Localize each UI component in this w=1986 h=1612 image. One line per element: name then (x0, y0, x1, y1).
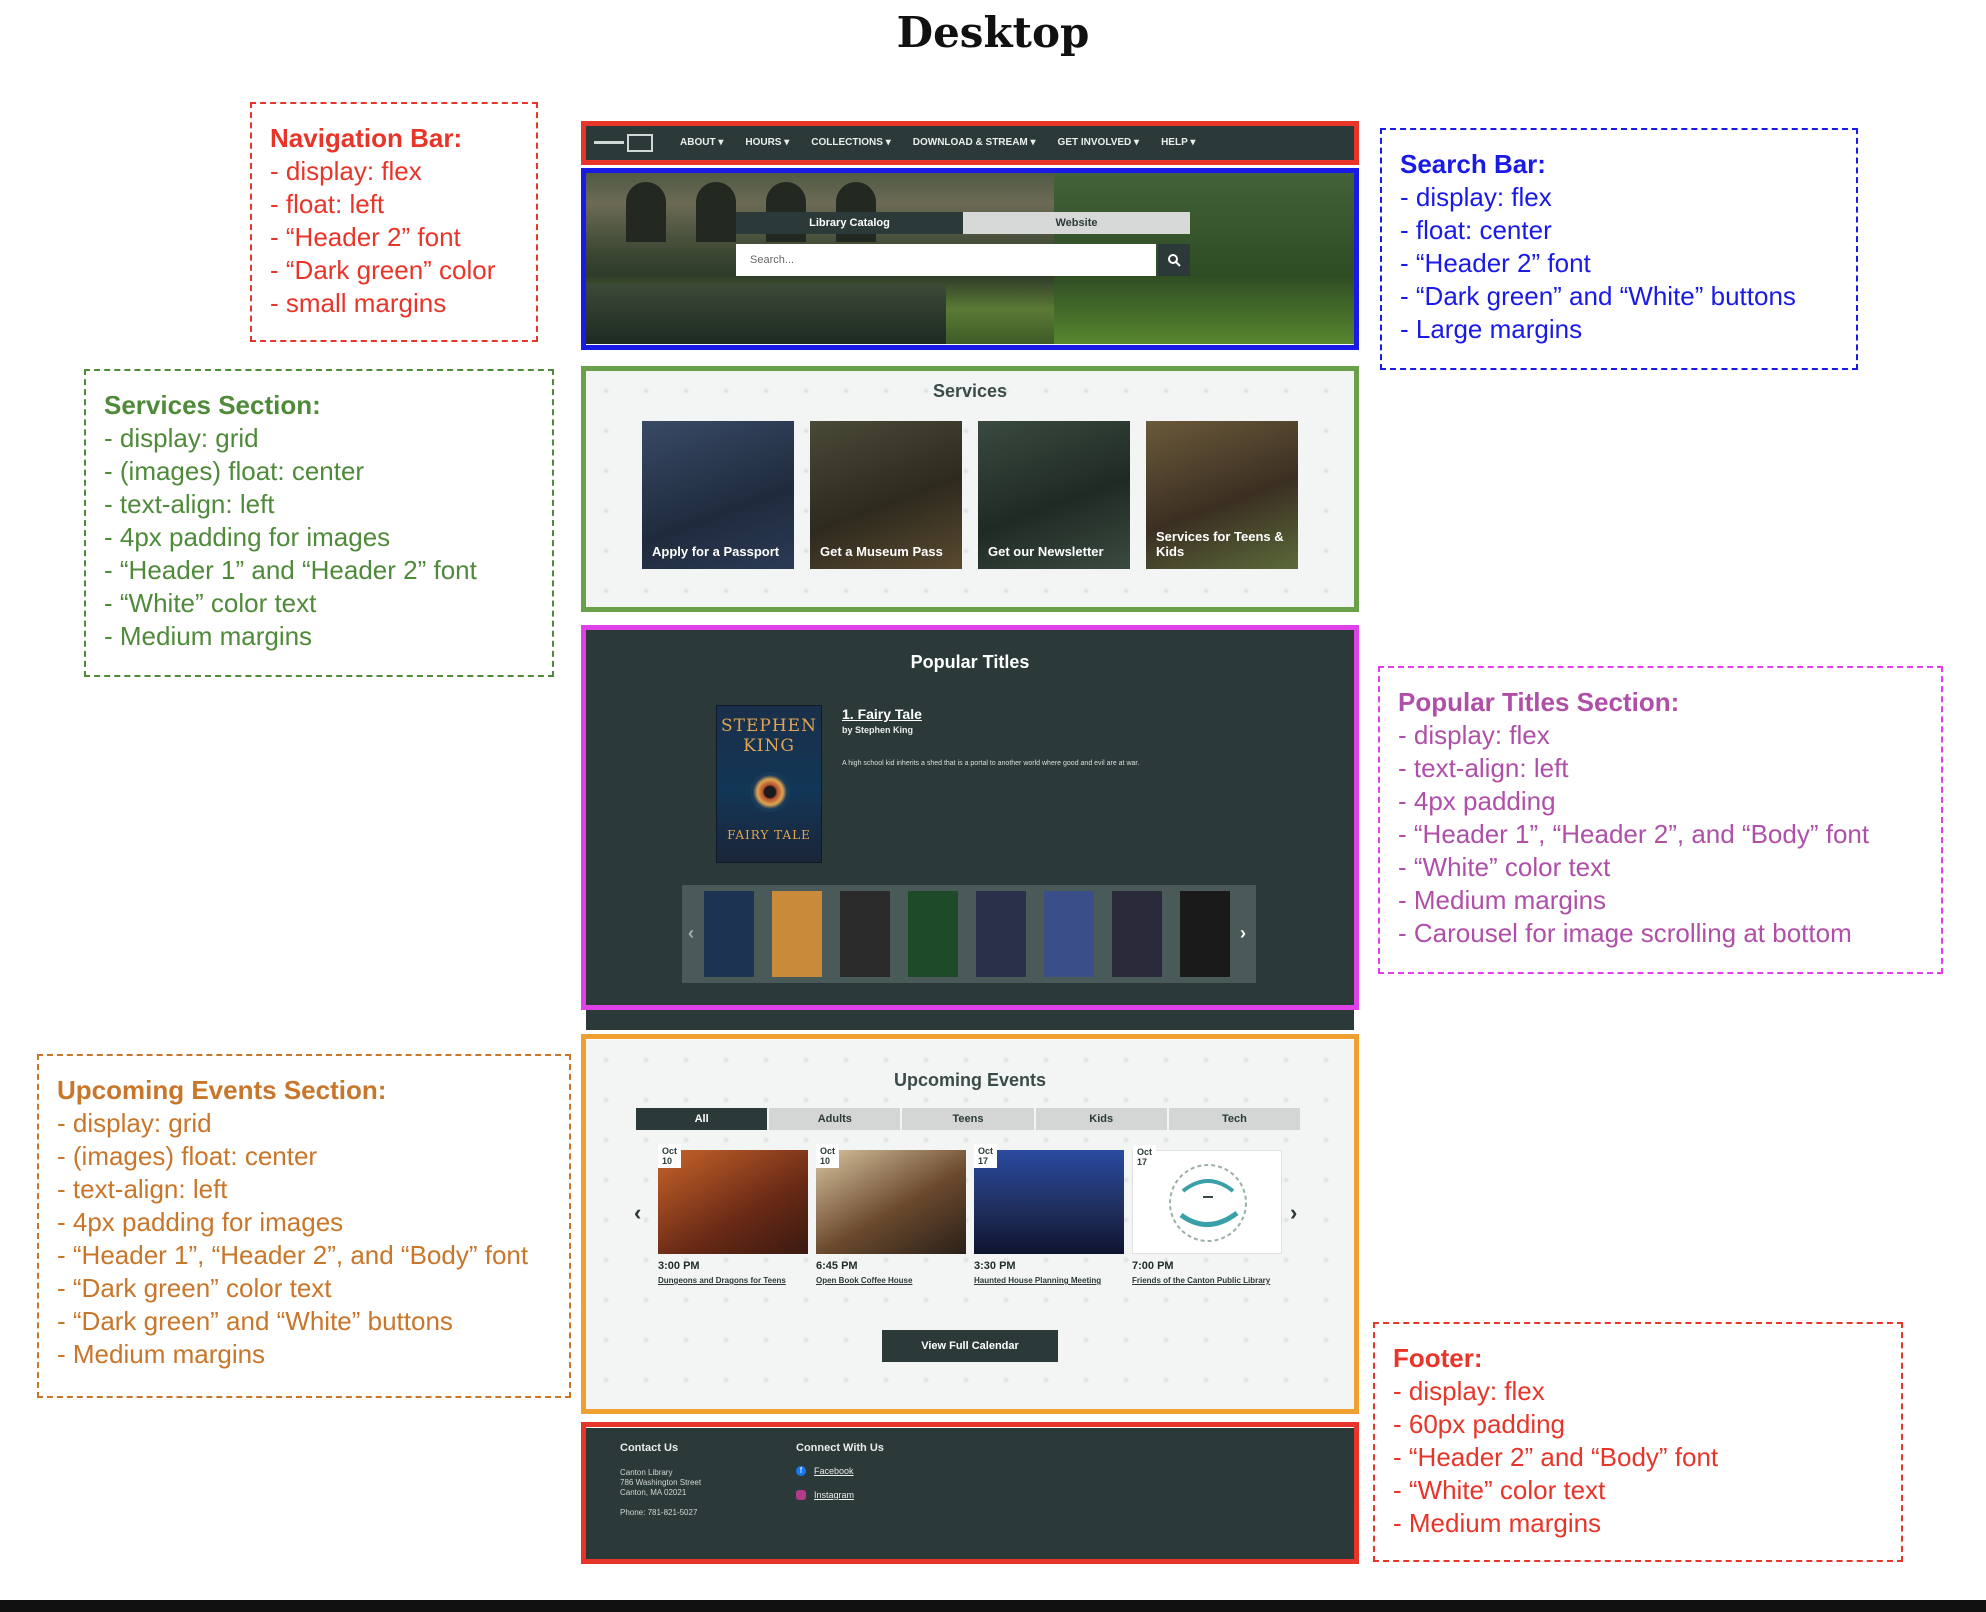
note-line: - text-align: left (57, 1174, 228, 1204)
note-line: - “Dark green” color (270, 255, 496, 285)
note-line: - display: grid (104, 423, 259, 453)
note-line: - 4px padding (1398, 786, 1556, 816)
note-line: - Medium margins (1393, 1508, 1602, 1538)
note-line: - display: flex (1393, 1376, 1545, 1406)
note-line: - Medium margins (57, 1339, 266, 1369)
frame-upcoming-events-section (581, 1034, 1359, 1414)
note-popular-titles-section: Popular Titles Section: - display: flex … (1378, 666, 1943, 974)
note-line: - Medium margins (104, 621, 313, 651)
note-line: - (images) float: center (104, 456, 365, 486)
page-title: Desktop (896, 8, 1090, 57)
note-heading: Services Section: (104, 390, 321, 420)
note-line: - “Header 2” and “Body” font (1393, 1442, 1719, 1472)
note-line: - “White” color text (104, 588, 317, 618)
note-line: - “Header 1”, “Header 2”, and “Body” fon… (1398, 819, 1870, 849)
note-services-section: Services Section: - display: grid - (ima… (84, 369, 554, 677)
note-line: - Large margins (1400, 314, 1583, 344)
note-line: - text-align: left (1398, 753, 1569, 783)
note-line: - display: flex (1400, 182, 1552, 212)
note-heading: Upcoming Events Section: (57, 1075, 387, 1105)
note-heading: Search Bar: (1400, 149, 1546, 179)
note-line: - “Dark green” and “White” buttons (57, 1306, 453, 1336)
frame-footer (581, 1422, 1359, 1564)
note-line: - small margins (270, 288, 447, 318)
note-line: - “White” color text (1393, 1475, 1606, 1505)
note-line: - “Header 1”, “Header 2”, and “Body” fon… (57, 1240, 529, 1270)
frame-services-section (581, 366, 1359, 612)
note-line: - “Dark green” color text (57, 1273, 332, 1303)
note-line: - “Header 2” font (1400, 248, 1591, 278)
note-line: - float: center (1400, 215, 1552, 245)
frame-search-bar (581, 168, 1359, 350)
note-line: - (images) float: center (57, 1141, 318, 1171)
frame-navigation-bar (581, 121, 1359, 165)
note-line: - “White” color text (1398, 852, 1611, 882)
note-line: - 60px padding (1393, 1409, 1566, 1439)
note-line: - “Header 1” and “Header 2” font (104, 555, 477, 585)
note-heading: Footer: (1393, 1343, 1483, 1373)
note-line: - “Dark green” and “White” buttons (1400, 281, 1796, 311)
note-heading: Popular Titles Section: (1398, 687, 1680, 717)
note-search-bar: Search Bar: - display: flex - float: cen… (1380, 128, 1858, 370)
note-line: - display: grid (57, 1108, 212, 1138)
note-line: - 4px padding for images (104, 522, 391, 552)
frame-popular-titles-section (581, 625, 1359, 1010)
note-upcoming-events-section: Upcoming Events Section: - display: grid… (37, 1054, 571, 1398)
note-line: - display: flex (1398, 720, 1550, 750)
note-navigation-bar: Navigation Bar: - display: flex - float:… (250, 102, 538, 342)
note-line: - Medium margins (1398, 885, 1607, 915)
note-line: - 4px padding for images (57, 1207, 344, 1237)
bottom-divider (0, 1600, 1986, 1612)
note-line: - display: flex (270, 156, 422, 186)
note-line: - text-align: left (104, 489, 275, 519)
note-footer: Footer: - display: flex - 60px padding -… (1373, 1322, 1903, 1562)
note-line: - Carousel for image scrolling at bottom (1398, 918, 1852, 948)
note-line: - float: left (270, 189, 385, 219)
note-line: - “Header 2” font (270, 222, 461, 252)
note-heading: Navigation Bar: (270, 123, 463, 153)
